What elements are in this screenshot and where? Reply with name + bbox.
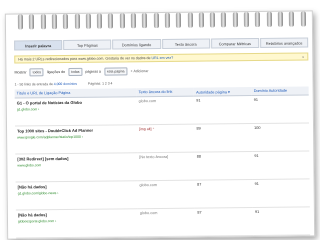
- anchor-cell: globo.com: [136, 96, 195, 125]
- spiral-ring: [51, 14, 57, 30]
- show-label: Mostrar: [14, 70, 27, 75]
- anchor-cell: globo.com: [137, 208, 196, 237]
- page-authority-value: 91: [194, 95, 253, 125]
- notice-text: Há mais 2 URLs redirecionados para www.g…: [18, 56, 151, 62]
- pagination[interactable]: Páginas: 1 2 3 4: [88, 81, 113, 85]
- report-tabs: Inserir palavra Top Páginas Domínios lig…: [14, 37, 309, 51]
- spiral-ring: [96, 13, 103, 29]
- table-row: [Não há dados] globoesporte.globo.com › gl…: [15, 206, 311, 239]
- notebook-frame: Inserir palavra Top Páginas Domínios lig…: [4, 10, 316, 240]
- page-title[interactable]: [302 Redirect] [sem dados]: [17, 155, 135, 162]
- anchor-text: [img alt] ⁺: [138, 127, 155, 132]
- link-cell: [302 Redirect] [sem dados] www.globo.com: [15, 152, 138, 183]
- domain-authority-value: 100: [252, 122, 310, 152]
- add-filter-button[interactable]: + Adicionar: [131, 69, 149, 73]
- page-title[interactable]: Top 1000 sites - DoubleClick Ad Planner: [17, 127, 135, 134]
- tab-comparar-metricas[interactable]: Comparar Métricas: [210, 37, 260, 49]
- spiral-ring: [153, 13, 159, 29]
- link-cell: Top 1000 sites - DoubleClick Ad Planner w…: [15, 124, 138, 155]
- tab-dominios-ligando[interactable]: Domínios ligando: [112, 38, 161, 50]
- spiral-ring: [289, 11, 295, 27]
- page-url[interactable]: www.google.com/adplanner/static/top1000 …: [17, 134, 135, 140]
- anchor-text: globo.com: [138, 99, 157, 104]
- anchor-text: globo.com: [139, 211, 158, 216]
- close-icon[interactable]: ×: [302, 53, 304, 60]
- domain-authority-value: 91: [252, 206, 311, 236]
- spiral-ring: [266, 11, 272, 27]
- tab-inserir-palavra[interactable]: Inserir palavra: [14, 40, 63, 51]
- spiral-ring: [108, 13, 114, 29]
- table-row: [Não há dados] g1.globo.com/globo-news › g…: [15, 178, 310, 211]
- page-url[interactable]: g1.globo.com ›: [17, 106, 135, 111]
- table-row: Top 1000 sites - DoubleClick Ad Planner w…: [15, 122, 310, 155]
- page-authority-value: 88: [194, 151, 253, 181]
- show-select[interactable]: todos: [29, 68, 44, 77]
- anchor-cell: [No texto âncora]: [137, 152, 196, 181]
- links-label: ligações de: [46, 69, 66, 75]
- page-authority-value: 87: [195, 179, 253, 209]
- spiral-ring: [85, 13, 91, 29]
- spiral-ring: [119, 13, 125, 29]
- link-cell: [Não há dados] g1.globo.com/globo-news ›: [15, 180, 138, 211]
- spiral-ring: [277, 11, 283, 27]
- spiral-ring: [176, 12, 182, 28]
- page-url[interactable]: www.globo.com: [17, 162, 135, 167]
- domains-link[interactable]: 4.000 domínios: [54, 82, 77, 86]
- spiral-ring: [221, 12, 227, 28]
- spiral-ring: [255, 11, 261, 27]
- domain-authority-value: 91: [252, 150, 310, 180]
- spiral-ring: [17, 14, 23, 30]
- tab-texto-ancora[interactable]: Texto âncora: [161, 38, 210, 49]
- domain-authority-value: 91: [252, 178, 310, 208]
- spiral-ring: [198, 12, 204, 28]
- links-select[interactable]: todas: [68, 67, 83, 76]
- page-title[interactable]: [Não há dados]: [18, 183, 136, 189]
- page-authority-value: 89: [194, 123, 253, 153]
- spiral-ring: [74, 13, 80, 29]
- spiral-ring: [29, 14, 35, 30]
- anchor-cell: [img alt] ⁺: [136, 124, 195, 153]
- page-url[interactable]: globoesporte.globo.com ›: [18, 218, 136, 223]
- spiral-ring: [130, 13, 136, 29]
- anchor-cell: globo.com: [137, 180, 196, 209]
- table-row: [302 Redirect] [sem dados] www.globo.com[…: [15, 150, 310, 183]
- spiral-ring: [40, 14, 46, 30]
- spiral-ring: [243, 12, 249, 28]
- redirect-notice: Há mais 2 URLs redirecionados para www.g…: [14, 52, 309, 64]
- page-title[interactable]: G1 - O portal de Notícias da Globo: [17, 99, 135, 106]
- spiral-ring: [63, 13, 69, 30]
- page-authority-value: 87: [195, 207, 254, 237]
- count-text: 1 - 50 links de entrada de: [14, 82, 53, 87]
- anchor-text: [No texto âncora]: [139, 154, 169, 160]
- anchor-text: globo.com: [139, 183, 158, 188]
- link-cell: G1 - O portal de Notícias da Globo g1.glo…: [14, 96, 137, 127]
- spiral-ring: [232, 12, 238, 28]
- target-label: páginas a: [85, 69, 102, 74]
- spiral-ring: [300, 11, 306, 27]
- spiral-ring: [164, 12, 170, 28]
- target-select[interactable]: esta página: [103, 67, 128, 76]
- table-row: G1 - O portal de Notícias da Globo g1.glo…: [14, 94, 309, 127]
- page-title[interactable]: [Não há dados]: [18, 211, 136, 217]
- tab-relatorios-avancados[interactable]: Relatórios avançados: [259, 37, 309, 48]
- spiral-binding: [14, 11, 314, 34]
- page-url[interactable]: g1.globo.com/globo-news ›: [18, 190, 136, 195]
- link-cell: [Não há dados] globoesporte.globo.com ›: [15, 208, 139, 239]
- spiral-ring: [209, 12, 216, 28]
- filter-bar: Mostrar todos ligações de todas páginas …: [14, 64, 308, 77]
- domain-authority-value: 91: [251, 94, 309, 124]
- tab-top-paginas[interactable]: Top Páginas: [63, 39, 112, 51]
- links-table: Título e URL de Ligação Página Texto ânc…: [14, 86, 311, 239]
- notice-link[interactable]: URL em vez?: [152, 56, 174, 60]
- spiral-ring: [187, 12, 193, 28]
- spiral-ring: [142, 13, 148, 29]
